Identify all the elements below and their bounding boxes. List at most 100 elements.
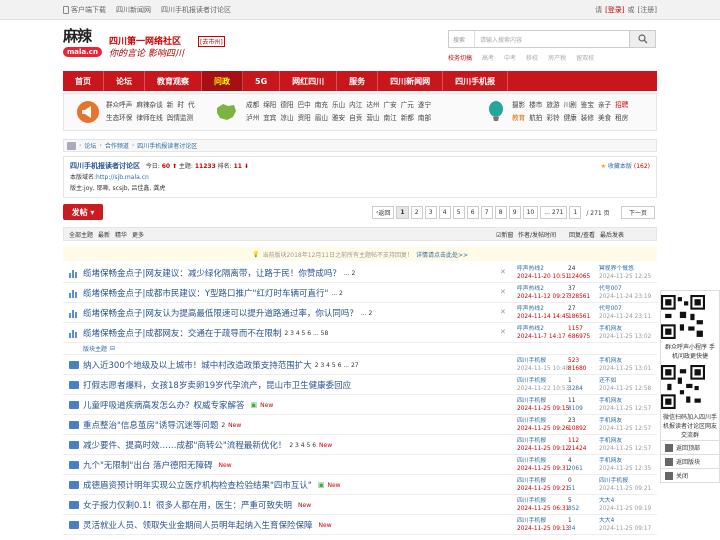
nav-item-scnews[interactable]: 四川新闻网 <box>378 71 444 91</box>
pinned-thread[interactable]: 缆堵保畅金点子|成都网友：交通在于疏导而不在限制 2 3 4 5 6 ... 58… <box>63 323 657 343</box>
sjb-forum-link[interactable]: 四川手机报读者讨论区 <box>161 5 231 15</box>
home-icon[interactable] <box>67 141 76 150</box>
thread-title[interactable]: 缆堵保畅金点子|网友建议：减少绿化隔离带，让路于民！你赞成吗？ <box>83 267 341 279</box>
nav-item-education[interactable]: 教育观察 <box>145 71 202 91</box>
site-logo[interactable]: 麻辣 mala.cn <box>63 28 103 64</box>
city-link[interactable]: 凉山 <box>280 112 293 125</box>
page-link[interactable]: 10 <box>522 206 539 219</box>
search-button[interactable] <box>629 31 655 47</box>
thread-title[interactable]: 缆堵保畅金点子|成都市民建议：Y型路口推广"红灯时车辆可直行" <box>83 287 328 299</box>
nav-item-5g[interactable]: 5G <box>243 71 281 91</box>
thread-title[interactable]: 女子报力仅剩0.1！很多人都在用，医生：严重可致失明 <box>83 499 292 511</box>
page-link[interactable]: 1 <box>396 206 409 219</box>
filter-digest[interactable]: 精华 <box>115 230 127 239</box>
page-link[interactable]: 9 <box>508 206 521 219</box>
nav-item-sjb[interactable]: 四川手机报 <box>443 71 509 91</box>
page-link[interactable]: 6 <box>466 206 479 219</box>
subnav-link[interactable]: 群众呼声 <box>106 99 132 112</box>
back-button[interactable]: ‹ 返回 <box>372 206 395 219</box>
city-link[interactable]: 自贡 <box>349 112 362 125</box>
thread-title[interactable]: 灵活就业人员、领取失业金期间人员明年起纳入生育保险保障 <box>83 519 313 531</box>
city-link[interactable]: 绵阳 <box>263 99 276 112</box>
city-link[interactable]: 成都 <box>246 99 259 112</box>
thread-title[interactable]: 缆堵保畅金点子|网友认为提高最低限速可以提升道路通过率，你认同吗？ <box>83 307 358 319</box>
thread-row[interactable]: 女子报力仅剩0.1！很多人都在用，医生：严重可致失明 New 四川手机报 2024-… <box>63 495 657 515</box>
close-panel-button[interactable]: 关闭 <box>661 468 719 482</box>
moderator-list[interactable]: joy, 耶嘶, scsjb, 吕佳鑫, 龚虎 <box>84 185 165 192</box>
thread-row[interactable]: 减少要件、提高时效……成都"商转公"流程最新优化！ 2 3 4 5 6 New 四川… <box>63 435 657 455</box>
nav-item-wenzheng[interactable]: 问政 <box>202 71 243 91</box>
page-link[interactable]: 7 <box>480 206 493 219</box>
return-forum-button[interactable]: 返回版块 <box>661 454 719 468</box>
life-link[interactable]: 旅游 <box>546 99 559 112</box>
page-link[interactable]: 2 <box>410 206 423 219</box>
city-link[interactable]: 广元 <box>401 99 414 112</box>
city-switch-link[interactable]: [去市州] <box>198 36 225 47</box>
thread-row[interactable]: 九个"无限制"出台 落户德阳无障碍 New 四川手机报 2024-11-25 09:… <box>63 455 657 475</box>
register-link[interactable]: [注册] <box>638 5 657 15</box>
collapse-icon[interactable]: ⊟ <box>110 345 115 352</box>
notice-link[interactable]: 详情请点击此处>> <box>416 250 468 259</box>
subnav-link[interactable]: 麻辣杂谈 <box>136 99 162 112</box>
hot-word[interactable]: 校务切搞 <box>448 53 472 62</box>
life-link[interactable]: 航拍 <box>529 112 542 125</box>
page-link[interactable]: 3 <box>424 206 437 219</box>
hot-word[interactable]: 高考 <box>482 53 494 62</box>
city-link[interactable]: 营山 <box>366 112 379 125</box>
city-link[interactable]: 资阳 <box>298 112 311 125</box>
close-icon[interactable]: ✕ <box>500 288 506 296</box>
login-link[interactable]: [登录] <box>605 5 624 15</box>
city-link[interactable]: 广安 <box>384 99 397 112</box>
nav-item-wanghong[interactable]: 网红四川 <box>280 71 338 91</box>
client-download-link[interactable]: 客户端下载 <box>63 5 106 15</box>
life-link[interactable]: 租房 <box>615 112 628 125</box>
city-link[interactable]: 眉山 <box>315 112 328 125</box>
thread-title[interactable]: 减少要件、提高时效……成都"商转公"流程最新优化！ <box>83 439 286 451</box>
subnav-link[interactable]: 律师在线 <box>136 112 162 125</box>
life-link[interactable]: 亲子 <box>598 99 611 112</box>
breadcrumb-item[interactable]: 合作频道 <box>105 141 129 150</box>
page-link[interactable]: ... 271 <box>540 206 568 219</box>
close-icon[interactable]: ✕ <box>500 328 506 336</box>
scnews-link[interactable]: 四川新闻网 <box>116 5 151 15</box>
filter-more[interactable]: 更多 <box>132 230 144 239</box>
back-to-top-button[interactable]: 返回顶部 <box>661 440 719 454</box>
thread-row[interactable]: 重点整治"信息茧房"诱导沉迷等问题 2 New 四川手机报 2024-11-25 09… <box>63 415 657 435</box>
page-input[interactable]: 1 <box>569 206 582 219</box>
pinned-thread[interactable]: 缆堵保畅金点子|网友认为提高最低限速可以提升道路通过率，你认同吗？... 2 ✕… <box>63 303 657 323</box>
nav-item-forum[interactable]: 论坛 <box>104 71 145 91</box>
life-link[interactable]: 招聘 <box>615 99 628 112</box>
life-link[interactable]: 健康 <box>564 112 577 125</box>
breadcrumb-item[interactable]: 四川手机报读者讨论区 <box>137 141 197 150</box>
city-link[interactable]: 泸州 <box>246 112 259 125</box>
close-icon[interactable]: ✕ <box>500 308 506 316</box>
thread-title[interactable]: 成德眉资预计明年实现公立医疗机构检查检验结果"四市互认" <box>83 479 312 491</box>
thread-row[interactable]: 灵活就业人员、领取失业金期间人员明年起纳入生育保险保障 New 四川手机报 2024… <box>63 515 657 535</box>
city-link[interactable]: 宜宾 <box>263 112 276 125</box>
subnav-link[interactable]: 代 <box>188 99 195 112</box>
city-link[interactable]: 内江 <box>349 99 362 112</box>
page-link[interactable]: 8 <box>494 206 507 219</box>
filter-all[interactable]: 全部主题 <box>69 230 93 239</box>
hot-word[interactable]: 留双校 <box>576 53 594 62</box>
pinned-thread[interactable]: 缆堵保畅金点子|网友建议：减少绿化隔离带，让路于民！你赞成吗？... 2 ✕ 呼… <box>63 263 657 283</box>
breadcrumb-item[interactable]: 论坛 <box>84 141 96 150</box>
page-link[interactable]: 4 <box>438 206 451 219</box>
search-type-select[interactable]: 搜索 <box>449 31 475 47</box>
life-link[interactable]: 川剧 <box>564 99 577 112</box>
life-link[interactable]: 摄影 <box>512 99 525 112</box>
thread-title[interactable]: 缆堵保畅金点子|成都网友：交通在于疏导而不在限制 <box>83 327 281 339</box>
city-link[interactable]: 雅安 <box>332 112 345 125</box>
city-link[interactable]: 南江 <box>384 112 397 125</box>
city-link[interactable]: 南部 <box>418 112 431 125</box>
thread-title[interactable]: 儿童呼吸道疾病高发怎么办？权威专家解答 <box>83 399 245 411</box>
pinned-thread[interactable]: 缆堵保畅金点子|成都市民建议：Y型路口推广"红灯时车辆可直行"... 2 ✕ 呼… <box>63 283 657 303</box>
city-link[interactable]: 新都 <box>401 112 414 125</box>
thread-title[interactable]: 九个"无限制"出台 落户德阳无障碍 <box>83 459 213 471</box>
city-link[interactable]: 乐山 <box>332 99 345 112</box>
life-link[interactable]: 彩铃 <box>546 112 559 125</box>
thread-title[interactable]: 纳入近300个地级及以上城市！城中村改造政策支持范围扩大 <box>83 359 312 371</box>
subnav-link[interactable]: 生态环保 <box>106 112 132 125</box>
favorite-forum-link[interactable]: ★ 收藏本版 (162) <box>601 161 650 172</box>
city-link[interactable]: 遂宁 <box>418 99 431 112</box>
